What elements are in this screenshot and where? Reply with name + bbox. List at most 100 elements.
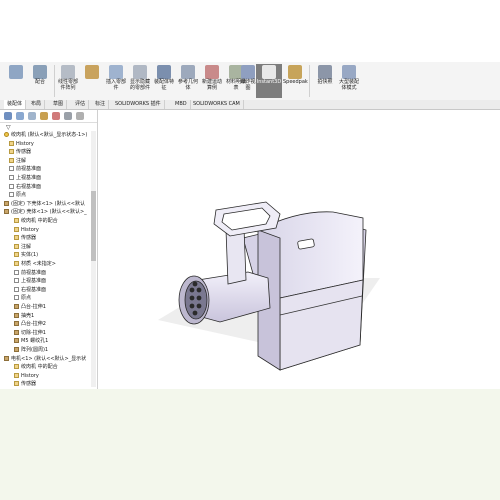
tab-mbd[interactable]: MBD xyxy=(172,100,191,109)
more-tabs-icon[interactable] xyxy=(76,112,84,120)
bottom-margin xyxy=(0,389,500,500)
reference-geometry-icon xyxy=(181,65,195,79)
filter-icon[interactable]: ▽ xyxy=(6,124,11,131)
tree-node-label: 原点 xyxy=(21,295,32,302)
display-manager-icon[interactable] xyxy=(52,112,60,120)
tree-node[interactable]: 右视基准面 xyxy=(9,183,41,191)
graphics-area[interactable] xyxy=(98,110,500,389)
tree-node[interactable]: 注解 xyxy=(14,243,31,251)
part-icon xyxy=(4,355,9,361)
ribbon-button-smart-fasteners[interactable] xyxy=(80,64,104,98)
folder-icon xyxy=(14,235,19,241)
tree-node[interactable]: 材质 <未指定> xyxy=(14,260,56,268)
folder-icon xyxy=(14,243,19,249)
ribbon-button-linear-pattern[interactable]: 线性零部件阵列 xyxy=(56,64,80,98)
property-manager-icon[interactable] xyxy=(16,112,24,120)
ribbon-button-assembly-feature[interactable]: 装配体特征 xyxy=(152,64,176,98)
ribbon-button-explode[interactable]: 爆炸视图 xyxy=(240,64,256,98)
tree-node[interactable]: 阵列(圆周)1 xyxy=(14,346,48,354)
tree-node[interactable]: (固定) 壳体<1> (默认<<默认>_ xyxy=(4,208,87,216)
tab-assembly[interactable]: 装配体 xyxy=(4,100,27,109)
part-icon xyxy=(14,321,19,327)
assembly-icon xyxy=(4,132,9,137)
ribbon-button-large-assembly[interactable]: 大型装配体模式 xyxy=(337,64,361,98)
tree-node[interactable]: M5 螺纹孔1 xyxy=(14,337,48,345)
tree-node[interactable]: 实体(1) xyxy=(14,251,38,259)
tree-node-label: 前视基准面 xyxy=(21,269,47,276)
tree-node[interactable]: 前视基准面 xyxy=(9,165,41,173)
smart-fastener-icon xyxy=(85,65,99,79)
tree-node-label: 传感器 xyxy=(21,235,37,242)
scrollbar-thumb[interactable] xyxy=(91,191,96,261)
tree-node-label: 材质 <未指定> xyxy=(21,261,56,267)
tree-node[interactable]: 前视基准面 xyxy=(14,269,46,277)
tab-markup[interactable]: 标注 xyxy=(92,100,110,109)
plane-icon xyxy=(14,269,19,275)
ribbon-button-speedpak[interactable]: Speedpak xyxy=(283,64,308,98)
ribbon-button-mate[interactable]: 配合 xyxy=(28,64,52,98)
plane-icon xyxy=(9,192,14,198)
ribbon-button-instant3d[interactable]: Instant3D xyxy=(256,64,282,98)
tree-node-label: 上视基准面 xyxy=(16,175,42,181)
tab-solidworks-addins[interactable]: SOLIDWORKS 插件 xyxy=(112,100,165,109)
tree-node-label: 右视基准面 xyxy=(16,183,42,190)
tree-node[interactable]: History xyxy=(14,372,39,380)
tree-node[interactable]: 传感器 xyxy=(14,380,36,388)
tab-sketch[interactable]: 草图 xyxy=(50,100,68,109)
tree-node[interactable]: 右视基准面 xyxy=(14,286,46,294)
tree-node-label: 原点 xyxy=(16,192,27,199)
tree-node[interactable]: 抽壳1 xyxy=(14,312,34,320)
tab-layout[interactable]: 布局 xyxy=(28,100,46,109)
speedpak-icon xyxy=(288,65,302,79)
tree-node[interactable]: 原点 xyxy=(9,191,26,199)
tree-scrollbar[interactable] xyxy=(91,131,96,387)
feature-manager-panel: ▽ 绞肉机 (默认<默认_显示状态-1>) History 传感器 注解 前视基准面 上视… xyxy=(0,110,98,389)
tree-node[interactable]: 注解 xyxy=(9,157,26,165)
tree-node-label: 切除-拉伸1 xyxy=(21,329,46,336)
tree-node[interactable]: 凸台-拉伸2 xyxy=(14,320,46,328)
feature-tree-icon[interactable] xyxy=(4,112,12,120)
ribbon-button-assembly[interactable] xyxy=(4,64,28,98)
tab-evaluate[interactable]: 评估 xyxy=(72,100,90,109)
top-margin xyxy=(0,0,500,62)
tree-node[interactable]: 传感器 xyxy=(14,234,36,242)
tree-node[interactable]: 上视基准面 xyxy=(9,174,41,182)
tree-node[interactable]: 切除-拉伸1 xyxy=(14,329,46,337)
command-tabs: 装配体 布局 草图 评估 标注 SOLIDWORKS 插件 MBD SOLIDW… xyxy=(0,100,500,146)
ribbon-separator xyxy=(309,65,310,97)
tree-node-label: 传感器 xyxy=(16,149,32,156)
panel-tabs xyxy=(0,110,97,123)
configuration-manager-icon[interactable] xyxy=(28,112,36,120)
ribbon-button-snapshot[interactable]: 拍快照 xyxy=(313,64,337,98)
tab-solidworks-cam[interactable]: SOLIDWORKS CAM xyxy=(190,100,244,109)
tree-node[interactable]: 凸台-拉伸1 xyxy=(14,303,46,311)
tree-node-label: (固定) 下壳体<1> (默认<<默认 xyxy=(11,200,85,207)
meat-grinder-model xyxy=(158,201,380,371)
tree-node[interactable]: 电机<1> (默认<<默认>_显示状 xyxy=(4,355,86,363)
tree-node[interactable]: 绞肉机 中的配合 xyxy=(14,217,58,225)
plane-icon xyxy=(14,278,19,284)
ribbon-button-motion-study[interactable]: 新建运动算例 xyxy=(200,64,224,98)
tree-node[interactable]: 上视基准面 xyxy=(14,277,46,285)
tree-node[interactable]: 原点 xyxy=(14,294,31,302)
assembly-icon xyxy=(9,65,23,79)
tree-node-label: 电机<1> (默认<<默认>_显示状 xyxy=(11,355,87,362)
tree-node[interactable]: History xyxy=(14,226,39,234)
tree-node-label: 注解 xyxy=(21,243,32,250)
ribbon-button-reference-geometry[interactable]: 参考几何体 xyxy=(176,64,200,98)
tree-node-label: 凸台-拉伸2 xyxy=(21,321,46,328)
ribbon-button-show-hidden[interactable]: 显示隐藏的零部件 xyxy=(128,64,152,98)
cam-manager-icon[interactable] xyxy=(64,112,72,120)
ribbon-button-insert-component[interactable]: 插入零部件 xyxy=(104,64,128,98)
dimxpert-icon[interactable] xyxy=(40,112,48,120)
tree-node-label: 上视基准面 xyxy=(21,278,47,285)
tree-node-label: 右视基准面 xyxy=(21,286,47,293)
plane-icon xyxy=(14,295,19,301)
tree-node[interactable]: 绞肉机 (默认<默认_显示状态-1>) xyxy=(4,131,87,139)
tree-node[interactable]: 绞肉机 中的配合 xyxy=(14,363,58,371)
folder-icon xyxy=(9,157,14,163)
ribbon-separator xyxy=(54,65,55,97)
tree-node[interactable]: History xyxy=(9,140,34,148)
tree-node[interactable]: (固定) 下壳体<1> (默认<<默认 xyxy=(4,200,85,208)
tree-node[interactable]: 传感器 xyxy=(9,148,31,156)
